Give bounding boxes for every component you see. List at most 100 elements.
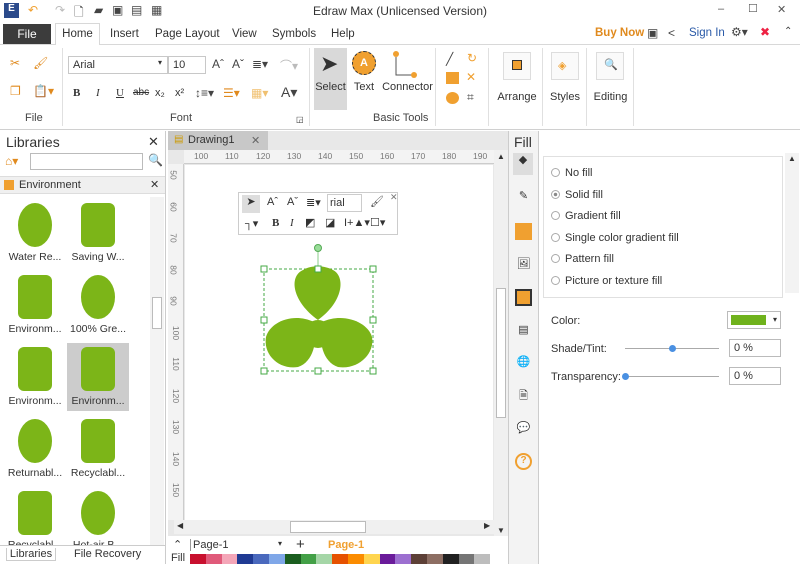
buy-now-link[interactable]: Buy Now xyxy=(595,27,644,39)
radio-button[interactable] xyxy=(551,232,560,242)
document-tab[interactable]: ▤ Drawing1 ✕ xyxy=(168,131,268,150)
page-select[interactable]: Page-1 xyxy=(190,539,285,551)
page-tool-icon[interactable]: ▤ xyxy=(515,323,532,340)
shade-slider[interactable] xyxy=(625,345,719,352)
library-item[interactable]: Environm... xyxy=(67,343,129,411)
palette-swatch[interactable] xyxy=(379,554,396,564)
palette-swatch[interactable] xyxy=(300,554,317,564)
palette-swatch[interactable] xyxy=(190,554,206,564)
tab-home[interactable]: Home xyxy=(55,23,100,46)
strikethrough-button[interactable]: abc xyxy=(133,87,149,98)
palette-swatch[interactable] xyxy=(458,554,475,564)
fill-option[interactable]: Single color gradient fill xyxy=(551,232,679,244)
close-libraries-icon[interactable]: ✕ xyxy=(148,134,159,150)
grow-font-icon[interactable]: Aˆ xyxy=(267,196,278,208)
maximize-button[interactable]: ☐ xyxy=(748,2,758,15)
radio-button[interactable] xyxy=(551,211,560,220)
resize-handle[interactable] xyxy=(314,367,322,375)
document-tool-icon[interactable]: 🗎 xyxy=(515,387,532,404)
tab-libraries[interactable]: Libraries xyxy=(6,548,56,561)
tab-page-layout[interactable]: Page Layout xyxy=(155,28,220,40)
line-style-icon[interactable]: ☐▾ xyxy=(370,216,385,229)
fill-option[interactable]: Pattern fill xyxy=(551,253,614,265)
library-search-input[interactable] xyxy=(30,153,143,170)
rotate-handle[interactable] xyxy=(314,244,322,252)
cut-icon[interactable]: ✂ xyxy=(10,56,20,70)
palette-swatch[interactable] xyxy=(316,554,333,564)
line-tool-icon[interactable]: ✎ xyxy=(515,189,532,206)
globe-tool-icon[interactable]: 🌐 xyxy=(515,355,532,372)
cross-tool-icon[interactable]: ✕ xyxy=(466,70,476,84)
radio-button[interactable] xyxy=(551,275,560,285)
library-item[interactable]: Water Re... xyxy=(4,199,66,267)
library-item[interactable]: Saving W... xyxy=(67,199,129,267)
arc-tool-icon[interactable]: ↻ xyxy=(467,51,477,65)
ellipse-tool-icon[interactable] xyxy=(446,92,459,104)
palette-swatch[interactable] xyxy=(221,554,238,564)
search-button-icon[interactable]: 🔍 xyxy=(148,153,163,167)
palette-swatch[interactable] xyxy=(205,554,222,564)
radio-button[interactable] xyxy=(551,254,560,263)
tab-insert[interactable]: Insert xyxy=(110,28,139,40)
transparency-slider[interactable] xyxy=(622,373,719,380)
minimize-button[interactable]: – xyxy=(718,3,724,15)
connector-icon[interactable]: ┐▾ xyxy=(245,217,258,230)
close-category-icon[interactable]: ✕ xyxy=(150,178,159,191)
bold-button[interactable]: B xyxy=(272,217,279,229)
library-item[interactable]: Returnabl... xyxy=(4,415,66,483)
line-tool-icon[interactable]: ╱ xyxy=(446,52,453,66)
styles-button[interactable]: Styles xyxy=(545,91,585,103)
expand-pages-icon[interactable]: ⌃ xyxy=(173,538,182,551)
subscript-button[interactable]: x₂ xyxy=(155,87,165,99)
close-document-icon[interactable]: ✕ xyxy=(251,134,260,147)
send-back-icon[interactable]: ◪ xyxy=(325,216,335,229)
text-spacing-icon[interactable]: I+▲▾ xyxy=(344,216,370,229)
palette-swatch[interactable] xyxy=(237,554,254,564)
editing-button[interactable]: Editing xyxy=(588,91,633,103)
library-item[interactable]: 100% Gre... xyxy=(67,271,129,339)
text-curve-icon[interactable]: ⌒▾ xyxy=(280,57,298,74)
share-icon[interactable]: < xyxy=(668,26,675,40)
font-color-icon[interactable]: A▾ xyxy=(281,84,297,101)
connector-icon[interactable] xyxy=(390,50,420,80)
environment-shape[interactable] xyxy=(258,242,380,377)
italic-button[interactable]: I xyxy=(96,87,100,99)
palette-swatch[interactable] xyxy=(268,554,285,564)
tab-file-recovery[interactable]: File Recovery xyxy=(74,548,141,560)
text-label[interactable]: Text xyxy=(350,81,378,93)
page-tab[interactable]: Page-1 xyxy=(328,539,364,551)
sign-in-link[interactable]: Sign In xyxy=(689,27,725,39)
shrink-font-icon[interactable]: Aˇ xyxy=(232,57,244,71)
palette-swatch[interactable] xyxy=(426,554,443,564)
palette-swatch[interactable] xyxy=(363,554,380,564)
palette-swatch[interactable] xyxy=(347,554,364,564)
home-icon[interactable]: ⌂▾ xyxy=(5,154,18,168)
library-scrollbar[interactable] xyxy=(150,197,164,545)
shadow-tool-icon[interactable] xyxy=(515,223,532,240)
font-dialog-launcher-icon[interactable]: ◲ xyxy=(296,115,304,124)
styles-icon[interactable]: ◈ xyxy=(551,52,579,80)
close-toolbar-icon[interactable]: ✕ xyxy=(390,192,398,203)
bring-front-icon[interactable]: ◩ xyxy=(305,216,315,229)
palette-swatch[interactable] xyxy=(411,554,427,564)
resize-handle[interactable] xyxy=(369,316,377,324)
category-header[interactable]: Environment ✕ xyxy=(0,176,165,194)
layer-tool-icon[interactable] xyxy=(515,289,532,306)
help-icon[interactable]: ? xyxy=(515,453,532,470)
vertical-scrollbar[interactable]: ▲ ▼ xyxy=(494,150,508,540)
share-screen-icon[interactable]: ▣ xyxy=(647,26,658,40)
format-painter-icon[interactable]: 🖌 xyxy=(370,195,384,208)
line-spacing-icon[interactable]: ↕≡▾ xyxy=(195,86,214,100)
plugin-icon[interactable]: ✖ xyxy=(760,25,770,39)
close-button[interactable]: ✕ xyxy=(777,3,786,16)
rectangle-tool-icon[interactable] xyxy=(446,72,459,84)
collapse-ribbon-icon[interactable]: ⌃ xyxy=(784,26,792,37)
tab-view[interactable]: View xyxy=(232,28,257,40)
text-tool-icon[interactable]: A xyxy=(352,51,376,75)
resize-handle[interactable] xyxy=(260,367,268,375)
fill-scrollbar[interactable]: ▲ xyxy=(785,153,799,293)
select-pointer-icon[interactable]: ➤ xyxy=(242,195,260,213)
radio-button[interactable] xyxy=(551,168,560,177)
paste-icon[interactable]: 📋▾ xyxy=(33,84,54,98)
color-picker[interactable]: ▾ xyxy=(727,311,781,329)
